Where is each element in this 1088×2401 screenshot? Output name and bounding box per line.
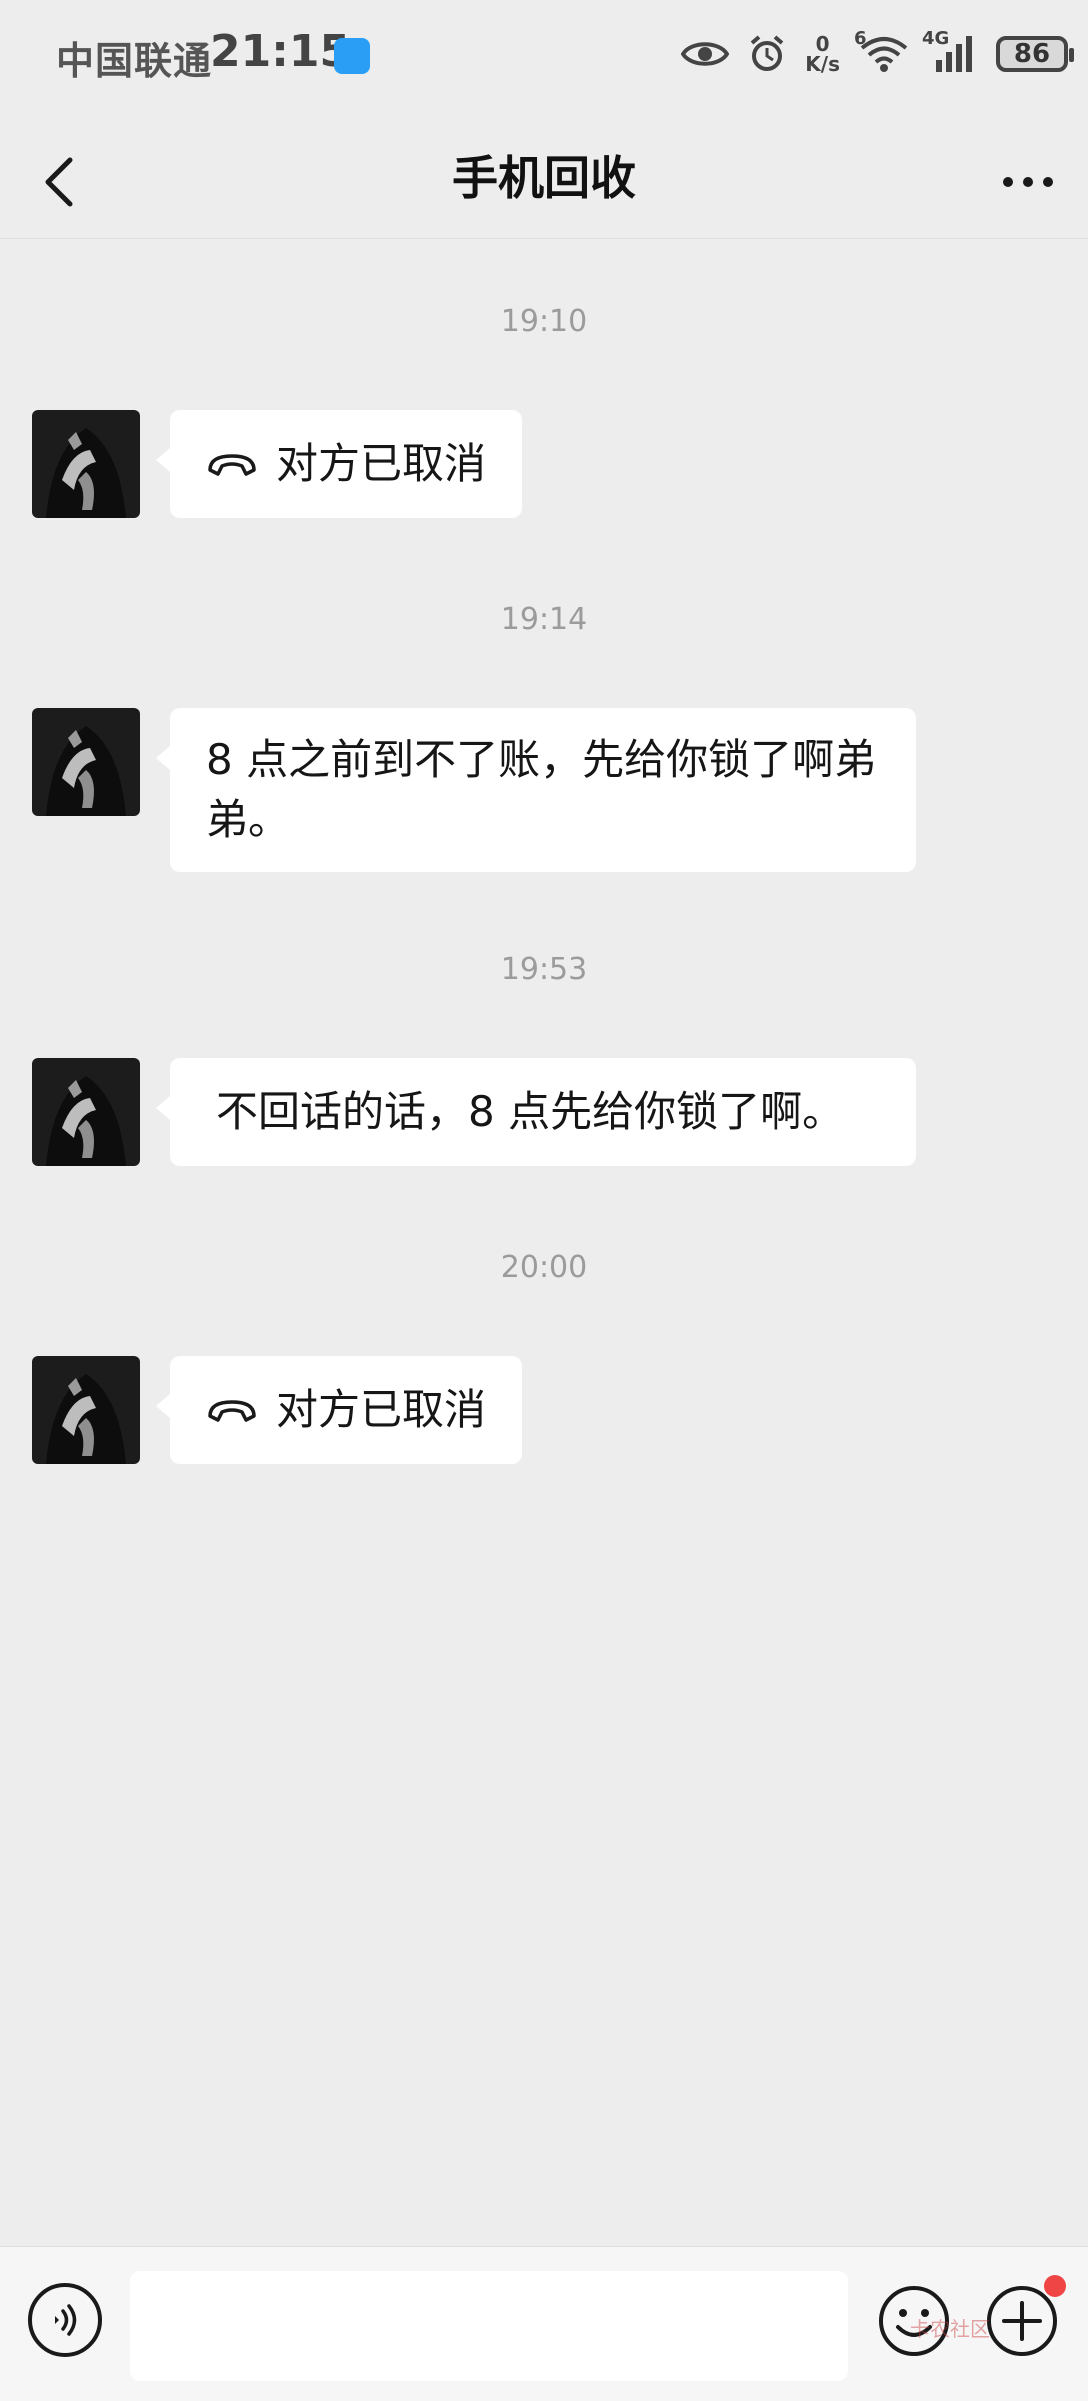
more-dots-icon [1003,177,1053,187]
message-text: 不回话的话，8 点先给你锁了啊。 [216,1087,845,1136]
message-timestamp: 19:10 [500,304,588,339]
cell-badge: 4G [922,28,950,49]
network-speed-unit: K/s [805,52,840,76]
chat-header: 手机回收 [0,112,1088,239]
message-bubble-call[interactable]: 对方已取消 [155,410,523,518]
composer-bar: 卡农社区 [0,2246,1088,2401]
voice-button[interactable] [28,2283,102,2357]
avatar-image [32,708,140,816]
avatar[interactable] [32,1356,140,1464]
status-bar: 中国联通 21:15 0 K/s 6 4G 86 [0,0,1088,112]
avatar-image [32,1356,140,1464]
chat-title: 手机回收 [452,151,636,205]
message-bubble-call[interactable]: 对方已取消 [155,1356,523,1464]
avatar[interactable] [32,410,140,518]
call-status-text: 对方已取消 [276,1385,487,1434]
phone-hangup-icon [206,1396,258,1424]
message-text: 8 点之前到不了账，先给你锁了啊弟弟。 [206,735,877,844]
message-timestamp: 19:14 [500,602,588,637]
message-bubble-text[interactable]: 8 点之前到不了账，先给你锁了啊弟弟。 [156,708,916,872]
avatar[interactable] [32,1058,140,1166]
wifi-badge: 6 [854,28,867,49]
watermark-text: 卡农社区 [910,2317,990,2341]
eye-icon [681,42,730,66]
alarm-icon [750,35,784,71]
weather-app-icon [334,38,370,74]
battery-icon: 86 [996,36,1074,72]
network-speed: 0 K/s [805,34,840,74]
message-list[interactable]: 19:10 对方已取消 19:14 8 点之前到不了账，先给你锁了啊弟弟。 19… [0,238,1088,2246]
phone-hangup-icon [206,450,258,478]
message-bubble-text[interactable]: 不回话的话，8 点先给你锁了啊。 [156,1058,916,1166]
avatar-image [32,410,140,518]
message-timestamp: 19:53 [500,952,588,987]
avatar[interactable] [32,708,140,816]
status-time: 21:15 [210,26,351,77]
call-status-text: 对方已取消 [276,439,487,488]
carrier-name: 中国联通 [56,39,213,83]
notification-dot [1044,2275,1066,2297]
status-icons: 0 K/s 6 4G 86 [681,26,1074,82]
battery-level: 86 [1013,39,1051,69]
avatar-image [32,1058,140,1166]
cellular-status: 4G [922,28,978,74]
wifi-status: 6 [854,28,910,74]
network-speed-value: 0 [815,32,830,56]
message-input[interactable] [130,2271,848,2381]
message-timestamp: 20:00 [500,1250,588,1285]
more-button[interactable] [988,142,1068,222]
voice-icon [55,2304,77,2336]
